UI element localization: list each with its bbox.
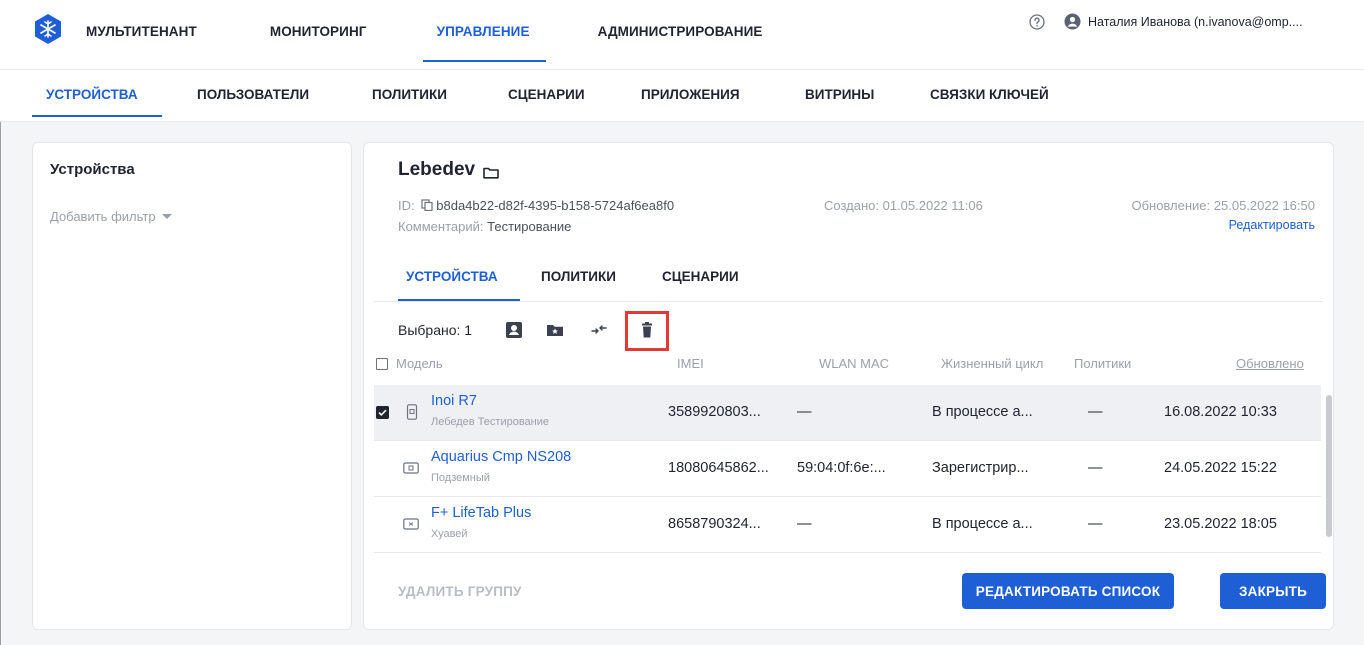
tablet-icon (403, 462, 419, 474)
group-created: Создано: 01.05.2022 11:06 (824, 198, 983, 213)
inner-tab-devices[interactable]: УСТРОЙСТВА (406, 269, 498, 284)
device-updated: 16.08.2022 10:33 (1164, 404, 1277, 420)
delete-group-button[interactable]: УДАЛИТЬ ГРУППУ (398, 584, 522, 599)
edit-list-button[interactable]: РЕДАКТИРОВАТЬ СПИСОК (962, 573, 1174, 609)
group-id: ID: b8da4b22-d82f-4395-b158-5724af6ea8f0 (398, 198, 674, 213)
close-button[interactable]: ЗАКРЫТЬ (1220, 573, 1326, 609)
sub-tab-showcases[interactable]: ВИТРИНЫ (805, 87, 874, 102)
device-policies: — (1088, 404, 1103, 420)
device-name-link[interactable]: F+ LifeTab Plus (431, 505, 531, 521)
assign-user-icon[interactable] (504, 320, 524, 340)
transfer-icon[interactable] (589, 320, 609, 340)
panel-title: Устройства (50, 161, 135, 178)
device-wlan-mac: 59:04:0f:6e:... (797, 460, 886, 476)
inner-tab-active-indicator (398, 299, 520, 301)
device-policies: — (1088, 460, 1103, 476)
top-tab-management[interactable]: УПРАВЛЕНИЕ (422, 0, 546, 62)
device-updated: 23.05.2022 18:05 (1164, 516, 1277, 532)
device-imei: 18080645862... (668, 460, 769, 476)
row-divider (374, 552, 1321, 553)
edit-group-link[interactable]: Редактировать (1229, 218, 1315, 232)
id-value: b8da4b22-d82f-4395-b158-5724af6ea8f0 (436, 198, 675, 213)
inner-tabs-divider (374, 301, 1323, 302)
folder-icon (483, 167, 499, 179)
device-wlan-mac: — (797, 404, 812, 420)
tablet-icon (403, 518, 419, 530)
col-policies[interactable]: Политики (1074, 356, 1131, 371)
device-imei: 8658790324... (668, 516, 761, 532)
phone-icon (406, 404, 418, 420)
inner-tab-policies[interactable]: ПОЛИТИКИ (541, 269, 616, 284)
col-updated[interactable]: Обновлено (1236, 356, 1304, 371)
sub-tab-active-indicator (32, 115, 162, 117)
top-tab-monitoring[interactable]: МОНИТОРИНГ (270, 0, 367, 62)
group-name: Lebedev (398, 159, 476, 180)
updated-label: Обновление: (1131, 198, 1211, 213)
table-row[interactable]: Aquarius Cmp NS208 Подземный 18080645862… (374, 441, 1321, 497)
id-label: ID: (398, 198, 415, 213)
col-model[interactable]: Модель (396, 356, 443, 371)
filter-panel: Устройства Добавить фильтр (32, 142, 352, 630)
device-lifecycle: В процессе а... (932, 516, 1033, 532)
comment-value: Тестирование (487, 219, 572, 234)
device-lifecycle: Зарегистрир... (932, 460, 1029, 476)
table-scrollbar[interactable] (1326, 395, 1332, 537)
group-updated: Обновление: 25.05.2022 16:50 (1131, 198, 1315, 213)
user-name[interactable]: Наталия Иванова (n.ivanova@omp.... (1088, 15, 1350, 29)
table-row[interactable]: Inoi R7 Лебедев Тестирование 3589920803.… (374, 385, 1321, 441)
device-user: Подземный (431, 472, 490, 484)
device-lifecycle: В процессе а... (932, 404, 1033, 420)
sub-tab-scenarios[interactable]: СЦЕНАРИИ (508, 87, 585, 102)
delete-highlight-box (625, 311, 669, 351)
help-icon[interactable] (1029, 14, 1045, 30)
row-checkbox[interactable] (376, 406, 389, 419)
device-user: Лебедев Тестирование (431, 416, 550, 428)
col-wlan-mac[interactable]: WLAN MAC (819, 356, 889, 371)
device-imei: 3589920803... (668, 404, 761, 420)
group-comment: Комментарий: Тестирование (398, 219, 571, 234)
sub-nav: УСТРОЙСТВА ПОЛЬЗОВАТЕЛИ ПОЛИТИКИ СЦЕНАРИ… (0, 70, 1364, 122)
updated-value: 25.05.2022 16:50 (1213, 198, 1315, 213)
select-all-checkbox[interactable] (376, 358, 388, 370)
top-tab-multitenant[interactable]: МУЛЬТИТЕНАНТ (86, 0, 197, 62)
user-avatar-icon[interactable] (1064, 13, 1081, 30)
copy-icon[interactable] (421, 199, 433, 211)
top-bar: МУЛЬТИТЕНАНТ МОНИТОРИНГ УПРАВЛЕНИЕ АДМИН… (0, 0, 1364, 70)
created-label: Создано: (824, 198, 879, 213)
add-filter-label: Добавить фильтр (50, 209, 156, 224)
device-user: Хуавей (431, 528, 468, 540)
device-wlan-mac: — (797, 516, 812, 532)
created-value: 01.05.2022 11:06 (882, 198, 983, 213)
add-filter-button[interactable]: Добавить фильтр (50, 209, 172, 224)
group-details-panel: Lebedev ID: b8da4b22-d82f-4395-b158-5724… (363, 142, 1334, 630)
device-updated: 24.05.2022 15:22 (1164, 460, 1277, 476)
selected-count: Выбрано: 1 (398, 322, 473, 338)
top-nav: МУЛЬТИТЕНАНТ МОНИТОРИНГ УПРАВЛЕНИЕ АДМИН… (86, 0, 763, 70)
sub-tab-users[interactable]: ПОЛЬЗОВАТЕЛИ (197, 87, 309, 102)
group-title: Lebedev (398, 159, 499, 181)
sub-tab-policies[interactable]: ПОЛИТИКИ (372, 87, 447, 102)
device-name-link[interactable]: Aquarius Cmp NS208 (431, 449, 571, 465)
device-name-link[interactable]: Inoi R7 (431, 393, 477, 409)
col-lifecycle[interactable]: Жизненный цикл (941, 356, 1043, 371)
sub-tab-devices[interactable]: УСТРОЙСТВА (46, 87, 138, 102)
comment-label: Комментарий: (398, 219, 484, 234)
caret-down-icon (161, 214, 172, 219)
move-to-folder-icon[interactable] (545, 320, 565, 340)
device-policies: — (1088, 516, 1103, 532)
table-row[interactable]: F+ LifeTab Plus Хуавей 8658790324... — В… (374, 497, 1321, 553)
top-tab-administration[interactable]: АДМИНИСТРИРОВАНИЕ (598, 0, 763, 62)
inner-tab-scenarios[interactable]: СЦЕНАРИИ (662, 269, 739, 284)
sub-tab-keychains[interactable]: СВЯЗКИ КЛЮЧЕЙ (930, 87, 1049, 102)
col-imei[interactable]: IMEI (677, 356, 704, 371)
sub-tab-apps[interactable]: ПРИЛОЖЕНИЯ (641, 87, 740, 102)
app-logo-icon[interactable] (32, 13, 64, 45)
